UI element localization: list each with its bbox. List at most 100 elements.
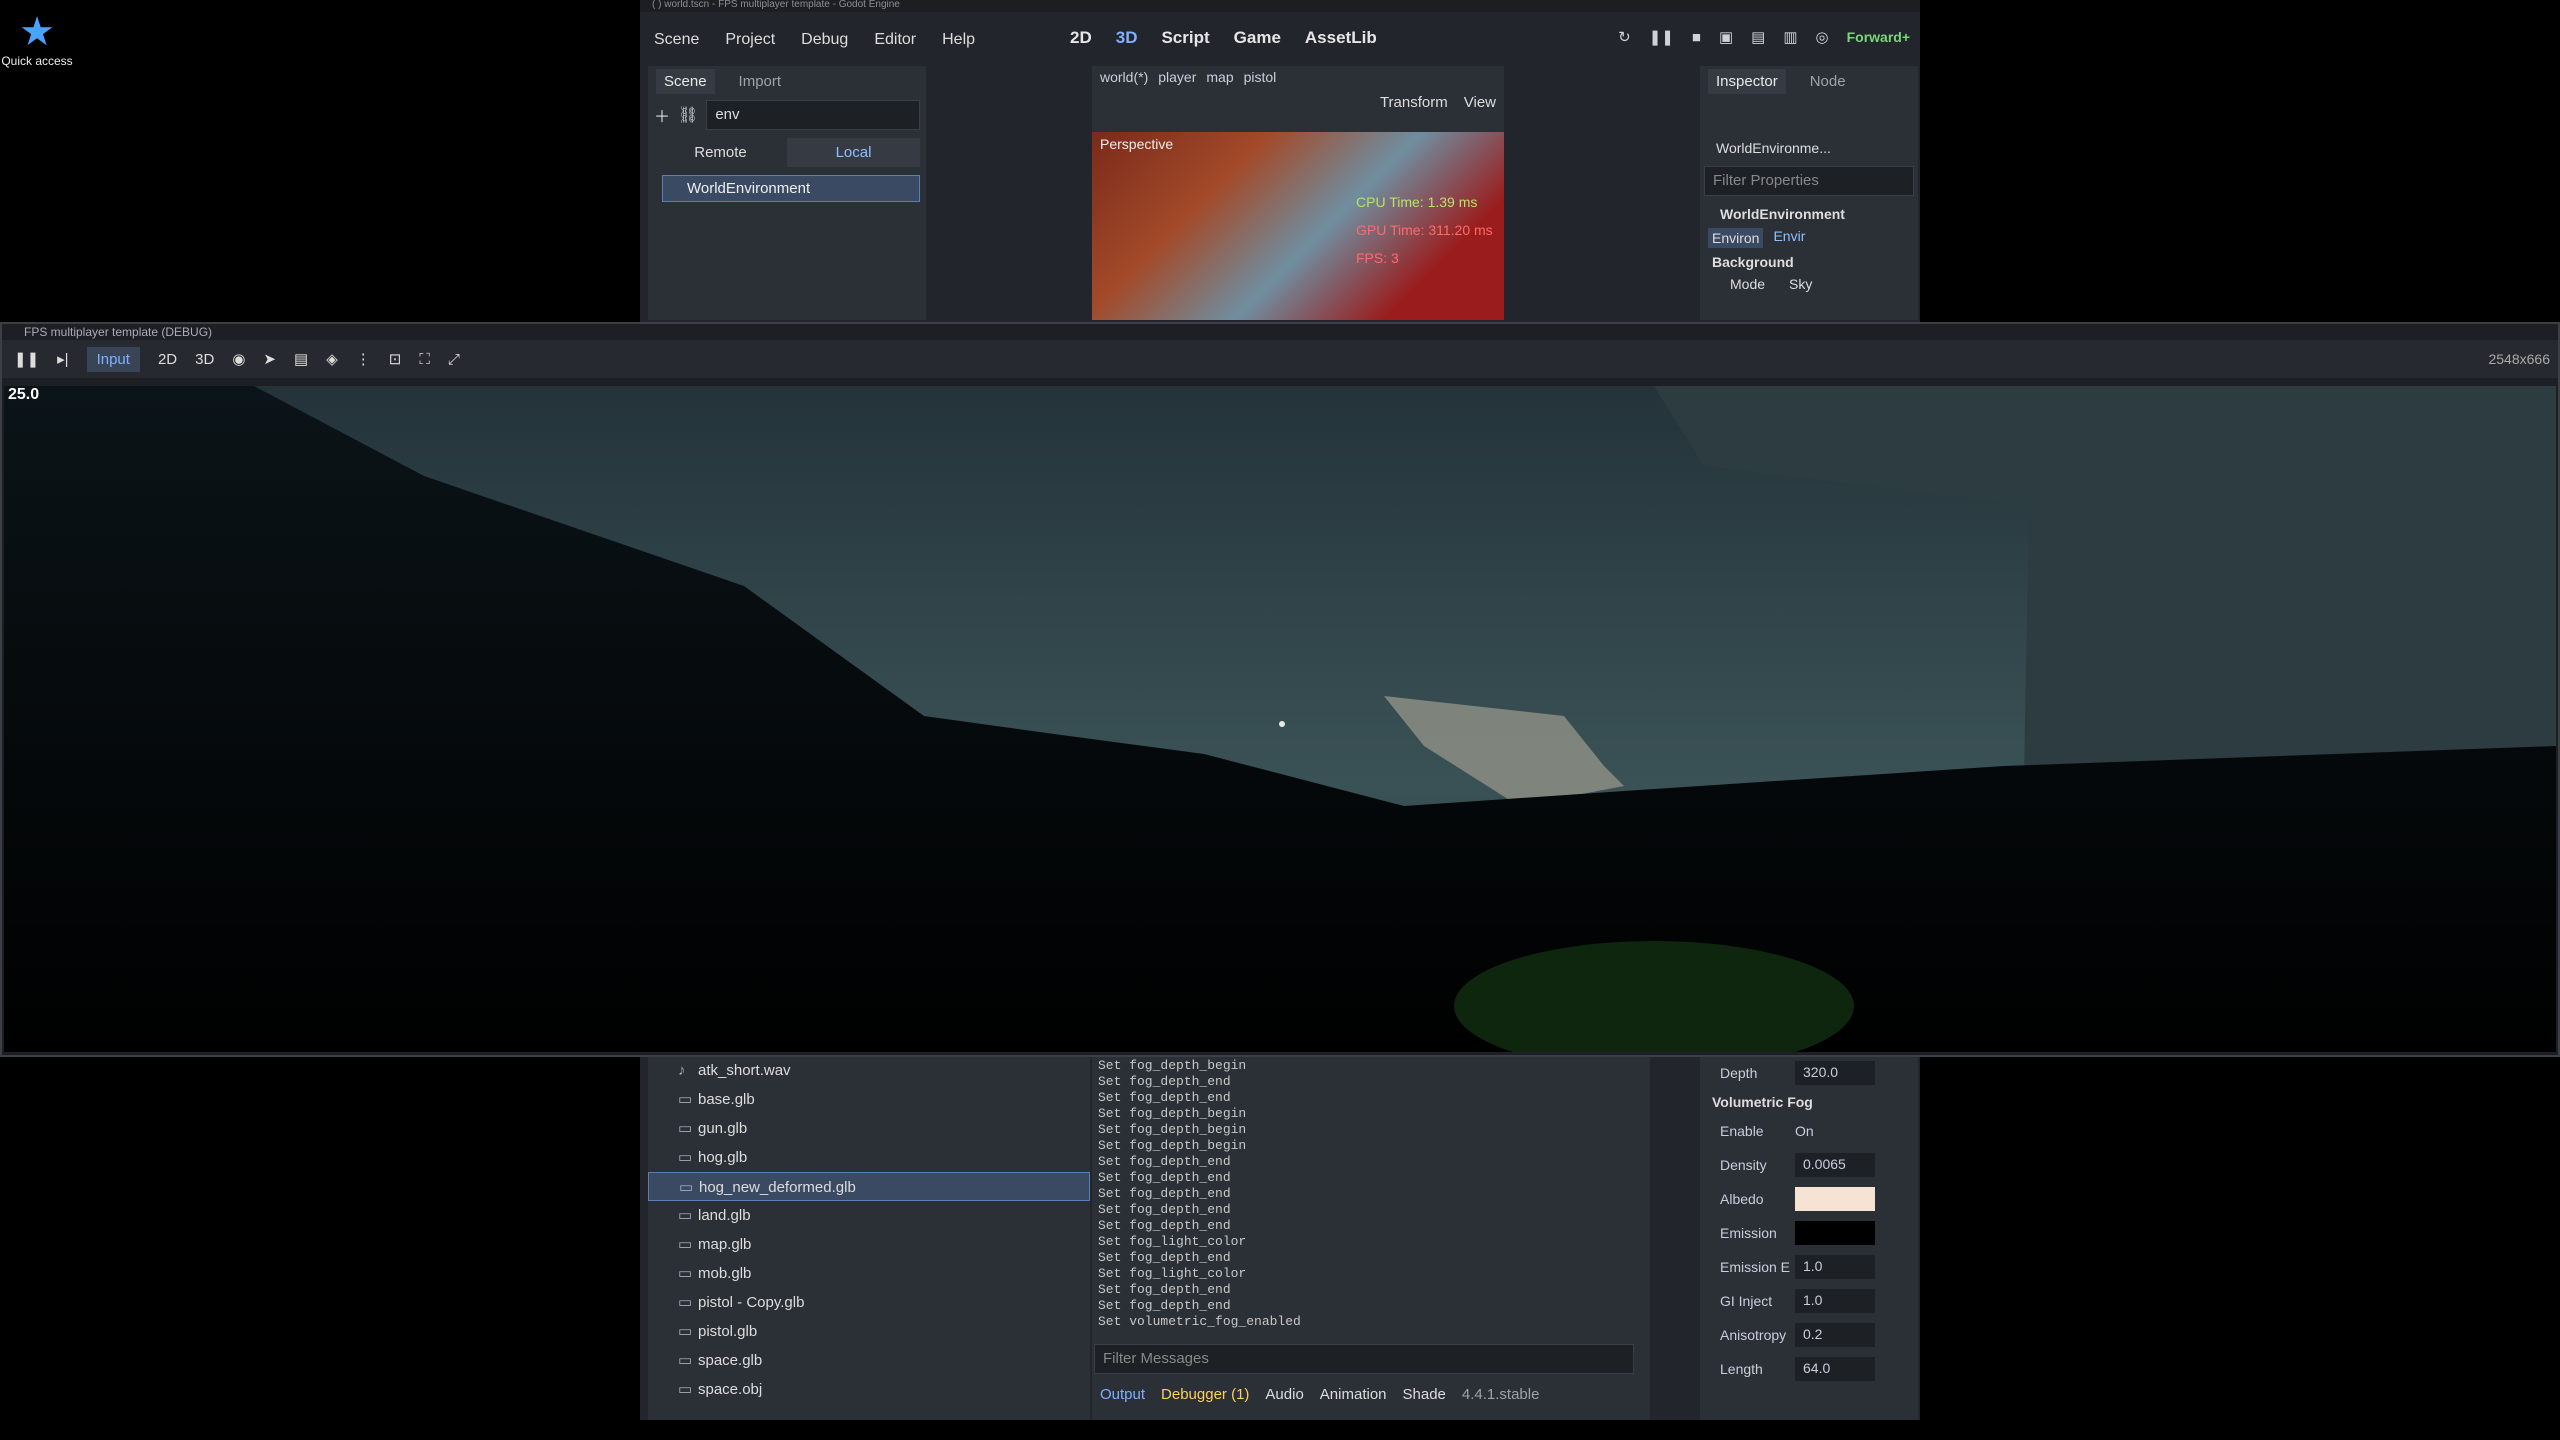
menu-help[interactable]: Help bbox=[942, 31, 975, 49]
fullscreen-icon[interactable]: ⤢ bbox=[448, 351, 460, 368]
mode-assetlib-button[interactable]: AssetLib bbox=[1305, 28, 1377, 48]
run-scene-icon[interactable]: ▤ bbox=[1751, 28, 1765, 46]
scene-tab-pistol[interactable]: pistol bbox=[1244, 69, 1277, 85]
pause-icon[interactable]: ❚❚ bbox=[14, 350, 39, 368]
pause-icon[interactable]: ❚❚ bbox=[1649, 28, 1674, 46]
mode-2d-toggle[interactable]: 2D bbox=[158, 351, 177, 368]
tab-animation[interactable]: Animation bbox=[1320, 1386, 1387, 1403]
file-item[interactable]: ▭ mob.glb bbox=[648, 1259, 1090, 1288]
view-menu[interactable]: View bbox=[1464, 94, 1496, 111]
enable-checkbox[interactable]: On bbox=[1795, 1123, 1814, 1139]
environment-property[interactable]: Environ bbox=[1708, 228, 1764, 248]
camera-icon[interactable]: ◈ bbox=[326, 350, 338, 368]
file-item[interactable]: ▭ map.glb bbox=[648, 1230, 1090, 1259]
albedo-color-picker[interactable] bbox=[1795, 1187, 1875, 1211]
file-item[interactable]: ▭ space.glb bbox=[648, 1346, 1090, 1375]
mode-3d-toggle[interactable]: 3D bbox=[195, 351, 214, 368]
step-icon[interactable]: ▸| bbox=[57, 350, 68, 368]
more-icon[interactable]: ⋮ bbox=[356, 350, 371, 368]
reload-icon[interactable]: ↻ bbox=[1618, 28, 1631, 46]
tree-item-world-environment[interactable]: WorldEnvironment bbox=[662, 175, 920, 202]
tab-audio[interactable]: Audio bbox=[1265, 1386, 1303, 1403]
output-line: Set fog_depth_end bbox=[1098, 1170, 1231, 1185]
expand-icon[interactable]: ⛶ bbox=[419, 351, 430, 368]
background-section[interactable]: Background bbox=[1700, 250, 1918, 274]
list-select-icon[interactable]: ▤ bbox=[294, 350, 308, 368]
tab-output[interactable]: Output bbox=[1100, 1386, 1145, 1403]
run-custom-icon[interactable]: ▥ bbox=[1783, 28, 1797, 46]
mode-game-button[interactable]: Game bbox=[1234, 28, 1281, 48]
quick-access-shortcut[interactable]: ★ Quick access bbox=[0, 10, 74, 68]
input-mode-button[interactable]: Input bbox=[86, 346, 140, 372]
scene-file-icon: ▭ bbox=[678, 1294, 693, 1311]
select-icon[interactable]: ➤ bbox=[263, 350, 276, 368]
file-name: space.obj bbox=[698, 1381, 763, 1398]
file-name: hog_new_deformed.glb bbox=[699, 1179, 856, 1196]
output-line: Set fog_depth_end bbox=[1098, 1074, 1231, 1089]
transform-menu[interactable]: Transform bbox=[1380, 94, 1448, 111]
mode-2d-button[interactable]: 2D bbox=[1070, 28, 1092, 48]
mode-script-button[interactable]: Script bbox=[1161, 28, 1209, 48]
output-line: Set fog_depth_begin bbox=[1098, 1058, 1247, 1073]
renderer-select[interactable]: Forward+ bbox=[1847, 29, 1910, 45]
perspective-label[interactable]: Perspective bbox=[1100, 136, 1173, 152]
tab-inspector[interactable]: Inspector bbox=[1708, 68, 1786, 94]
file-item[interactable]: ▭ pistol - Copy.glb bbox=[648, 1288, 1090, 1317]
visibility-icon[interactable]: ◉ bbox=[232, 350, 245, 368]
menu-project[interactable]: Project bbox=[725, 31, 775, 49]
3d-viewport[interactable]: Perspective CPU Time: 1.39 ms GPU Time: … bbox=[1092, 132, 1504, 320]
tab-shader[interactable]: Shade bbox=[1403, 1386, 1446, 1403]
fit-icon[interactable]: ⊡ bbox=[389, 350, 402, 368]
file-item[interactable]: ▭ hog_new_deformed.glb bbox=[648, 1172, 1090, 1201]
file-name: mob.glb bbox=[698, 1265, 752, 1282]
filter-messages-input[interactable]: Filter Messages bbox=[1094, 1344, 1634, 1374]
scene-tab-world[interactable]: world(*) bbox=[1100, 69, 1148, 85]
depth-field[interactable]: 320.0 bbox=[1795, 1061, 1875, 1085]
tab-import[interactable]: Import bbox=[739, 73, 782, 90]
emission-energy-field[interactable]: 1.0 bbox=[1795, 1255, 1875, 1279]
file-item[interactable]: ▭ land.glb bbox=[648, 1201, 1090, 1230]
file-item[interactable]: ♪ atk_short.wav bbox=[648, 1056, 1090, 1085]
file-name: pistol - Copy.glb bbox=[698, 1294, 805, 1311]
gi-inject-field[interactable]: 1.0 bbox=[1795, 1289, 1875, 1313]
inspected-object[interactable]: WorldEnvironme... bbox=[1700, 136, 1918, 160]
scene-dock: Scene Import ＋ ⛓ env Remote Local WorldE… bbox=[648, 66, 926, 320]
mode-select[interactable]: Sky bbox=[1789, 276, 1812, 292]
file-item[interactable]: ▭ base.glb bbox=[648, 1085, 1090, 1114]
density-field[interactable]: 0.0065 bbox=[1795, 1153, 1875, 1177]
filter-properties-input[interactable]: Filter Properties bbox=[1704, 166, 1914, 196]
tab-debugger[interactable]: Debugger (1) bbox=[1161, 1386, 1249, 1403]
local-tab[interactable]: Local bbox=[787, 138, 920, 167]
scene-tab-player[interactable]: player bbox=[1158, 69, 1196, 85]
tab-scene[interactable]: Scene bbox=[656, 68, 715, 94]
scene-tab-map[interactable]: map bbox=[1206, 69, 1233, 85]
node-filter-input[interactable]: env bbox=[706, 100, 920, 130]
length-field[interactable]: 64.0 bbox=[1795, 1357, 1875, 1381]
tab-node[interactable]: Node bbox=[1810, 73, 1846, 90]
menu-editor[interactable]: Editor bbox=[874, 31, 916, 49]
perf-overlay: CPU Time: 1.39 ms GPU Time: 311.20 ms FP… bbox=[1356, 188, 1493, 272]
remote-debug-icon[interactable]: ▣ bbox=[1719, 28, 1733, 46]
link-icon[interactable]: ⛓ bbox=[678, 105, 698, 125]
gi-inject-label: GI Inject bbox=[1720, 1293, 1773, 1309]
game-viewport[interactable]: 25.0 bbox=[4, 386, 2556, 1052]
fog-landscape bbox=[4, 386, 2556, 1052]
gpu-time: GPU Time: 311.20 ms bbox=[1356, 222, 1493, 238]
volumetric-fog-section[interactable]: Volumetric Fog bbox=[1700, 1090, 1918, 1114]
environment-resource[interactable]: Envir bbox=[1773, 228, 1805, 248]
menu-scene[interactable]: Scene bbox=[654, 31, 699, 49]
file-item[interactable]: ▭ gun.glb bbox=[648, 1114, 1090, 1143]
output-line: Set fog_depth_begin bbox=[1098, 1106, 1247, 1121]
menu-debug[interactable]: Debug bbox=[801, 31, 848, 49]
anisotropy-field[interactable]: 0.2 bbox=[1795, 1323, 1875, 1347]
file-item[interactable]: ▭ space.obj bbox=[648, 1375, 1090, 1404]
remote-tab[interactable]: Remote bbox=[654, 138, 787, 167]
movie-maker-icon[interactable]: ◎ bbox=[1816, 28, 1829, 46]
mode-3d-button[interactable]: 3D bbox=[1116, 28, 1138, 48]
emission-color-picker[interactable] bbox=[1795, 1221, 1875, 1245]
add-node-icon[interactable]: ＋ bbox=[654, 103, 670, 127]
file-item[interactable]: ▭ hog.glb bbox=[648, 1143, 1090, 1172]
viewport-area: world(*) player map pistol Transform Vie… bbox=[1092, 66, 1504, 320]
file-item[interactable]: ▭ pistol.glb bbox=[648, 1317, 1090, 1346]
stop-icon[interactable]: ■ bbox=[1692, 29, 1701, 46]
